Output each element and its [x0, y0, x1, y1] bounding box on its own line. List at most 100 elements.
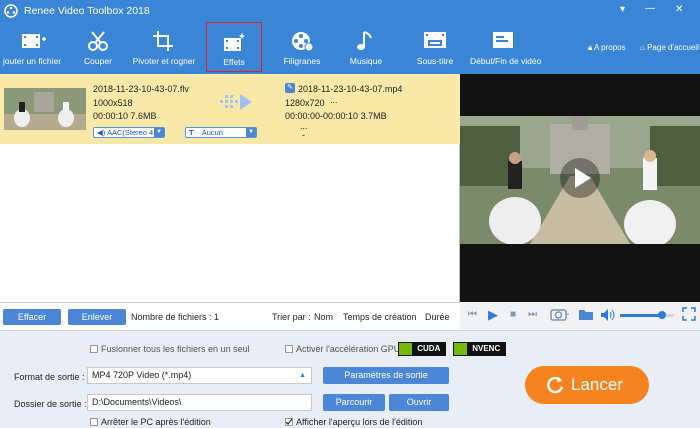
output-settings-panel: Fusionner tous les fichiers en un seul A… [0, 330, 700, 428]
edit-output-icon[interactable]: ✎ [285, 83, 295, 93]
sort-by-name[interactable]: Nom [314, 312, 333, 322]
close-button[interactable]: ✕ [675, 4, 683, 15]
nvidia-cuda-icon [399, 343, 412, 355]
gpu-accel-checkbox[interactable] [285, 345, 293, 353]
stop-icon[interactable]: ■ [510, 309, 516, 320]
source-filename: 2018-11-23-10-43-07.flv [93, 84, 189, 94]
browse-button[interactable]: Parcourir [323, 394, 385, 411]
nvidia-nvenc-icon [454, 343, 467, 355]
file-row[interactable]: 2018-11-23-10-43-07.flv 1000x518 00:00:1… [0, 74, 460, 144]
merge-files-checkbox[interactable] [90, 345, 98, 353]
cut-button[interactable]: Couper [74, 22, 122, 72]
minimize-button[interactable]: — [645, 3, 655, 14]
window-title: Renee Video Toolbox 2018 [24, 5, 150, 17]
rotate-crop-button[interactable]: Pivoter et rogner [128, 22, 200, 72]
fullscreen-icon[interactable] [682, 307, 696, 323]
shutdown-after-label: Arrêter le PC après l'édition [101, 417, 211, 427]
lock-icon: 🔒︎ [588, 43, 593, 52]
about-label: A propos [594, 43, 626, 52]
source-duration-size: 00:00:10 7.6MB [93, 111, 157, 121]
volume-fill [620, 314, 663, 317]
music-label: Musique [349, 56, 383, 66]
player-controls: ⏮︎ ▶︎ ■ ⏭︎ [460, 302, 700, 330]
volume-handle[interactable] [658, 311, 667, 319]
file-list-toolbar: Effacer Enlever Nombre de fichiers : 1 T… [0, 302, 460, 330]
menu-dropdown-button[interactable]: ▾ [620, 4, 625, 15]
sort-by-created[interactable]: Temps de création [343, 312, 417, 322]
watermarks-button[interactable]: Filigranes [276, 22, 328, 72]
play-overlay-button[interactable] [560, 158, 600, 198]
nvenc-badge: NVENC [453, 342, 506, 356]
clear-button[interactable]: Effacer [3, 309, 61, 325]
chevron-up-icon: ▲ [299, 372, 306, 379]
output-format-label: Format de sortie : [14, 372, 85, 382]
remove-button[interactable]: Enlever [68, 309, 126, 325]
cut-label: Couper [84, 56, 112, 66]
output-resolution-more[interactable]: ... [330, 95, 338, 105]
open-folder-icon[interactable] [578, 308, 594, 323]
subtitle-button[interactable]: Sous-titre [410, 22, 460, 72]
sort-by-duration[interactable]: Durée [425, 312, 450, 322]
skip-back-icon[interactable]: ⏮︎ [468, 309, 477, 320]
app-logo-icon [4, 4, 18, 18]
open-folder-button[interactable]: Ouvrir [389, 394, 449, 411]
start-end-button[interactable]: Début/Fin de vidéo [470, 22, 542, 72]
subtitle-track-select[interactable]: T Aucun ▼ [185, 127, 257, 138]
preview-editing-checkbox[interactable] [285, 418, 293, 426]
output-folder-label: Dossier de sortie : [14, 399, 87, 409]
main-toolbar: jouter un fichier Couper Pivoter et rogn… [0, 22, 700, 74]
output-filename: 2018-11-23-10-43-07.mp4 [298, 84, 403, 94]
watermarks-label: Filigranes [283, 56, 321, 66]
output-format-value: MP4 720P Video (*.mp4) [92, 370, 192, 380]
output-subtitle-dash: - [302, 130, 305, 140]
cuda-badge: CUDA [398, 342, 446, 356]
add-file-button[interactable]: jouter un fichier [0, 22, 64, 72]
volume-slider[interactable] [620, 311, 674, 319]
chevron-down-icon: ▼ [246, 128, 256, 137]
launch-label: Lancer [571, 375, 623, 394]
launch-button[interactable]: Lancer [525, 366, 649, 404]
output-folder-input[interactable]: D:\Documents\Videos\ [87, 394, 312, 411]
about-link[interactable]: 🔒︎ A propos [588, 43, 626, 53]
skip-forward-icon[interactable]: ⏭︎ [528, 309, 537, 320]
output-params-button[interactable]: Paramètres de sortie [323, 367, 449, 384]
audio-icon: ◀) [97, 128, 106, 137]
watermark-film-icon [290, 30, 314, 52]
sort-by-label: Trier par : [272, 312, 311, 322]
scissors-icon [86, 30, 110, 52]
title-bar: Renee Video Toolbox 2018 ▾ — ✕ [0, 0, 700, 22]
output-folder-value: D:\Documents\Videos\ [92, 397, 182, 407]
effects-label: Effets [223, 57, 245, 67]
preview-editing-label: Afficher l'aperçu lors de l'édition [296, 417, 423, 427]
rotate-crop-label: Pivoter et rogner [132, 56, 196, 66]
checkmark-icon [285, 418, 293, 425]
source-thumbnail[interactable] [4, 88, 86, 130]
subtitle-label: Sous-titre [416, 56, 454, 66]
effects-magic-icon [222, 31, 246, 53]
video-preview[interactable] [460, 74, 700, 302]
source-resolution: 1000x518 [93, 98, 133, 108]
crop-icon [152, 30, 176, 52]
chevron-down-icon: ▼ [154, 128, 164, 137]
play-icon[interactable]: ▶︎ [488, 307, 498, 323]
output-format-select[interactable]: MP4 720P Video (*.mp4) ▲ [87, 367, 312, 384]
file-count: Nombre de fichiers : 1 [131, 312, 220, 322]
refresh-convert-icon [545, 375, 565, 397]
shutdown-after-checkbox[interactable] [90, 418, 98, 426]
home-icon: ⌂ [640, 43, 645, 52]
audio-track-select[interactable]: ◀) AAC(Stereo 4 ▼ [93, 127, 165, 138]
film-add-icon [20, 30, 46, 52]
home-label: Page d'accueil [647, 43, 699, 52]
output-duration-size: 00:00:00-00:00:10 3.7MB [285, 111, 387, 121]
nvenc-label: NVENC [472, 344, 501, 353]
start-end-label: Début/Fin de vidéo [470, 56, 542, 66]
home-link[interactable]: ⌂ Page d'accueil [640, 43, 699, 52]
play-icon [575, 168, 591, 188]
snapshot-camera-icon[interactable] [550, 306, 570, 324]
text-icon: T [189, 128, 194, 137]
subtitle-track-value: Aucun [201, 128, 223, 137]
effects-button[interactable]: Effets [206, 22, 262, 72]
volume-icon[interactable] [600, 308, 616, 324]
cuda-label: CUDA [417, 344, 441, 353]
music-button[interactable]: Musique [342, 22, 390, 72]
